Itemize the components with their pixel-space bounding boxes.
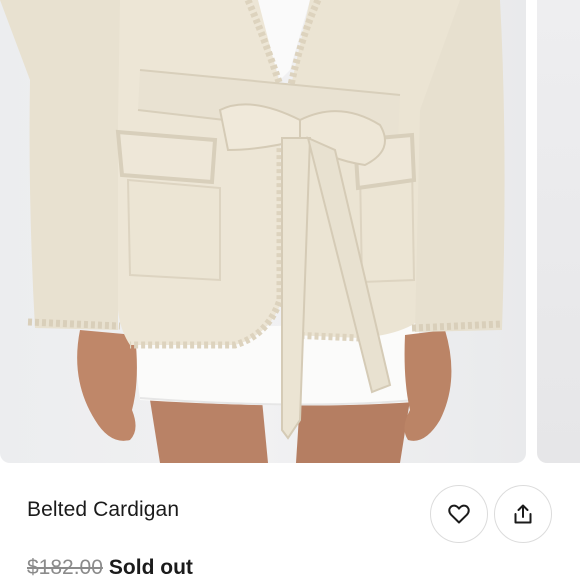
product-title: Belted Cardigan — [27, 498, 180, 521]
next-product-image[interactable] — [537, 0, 580, 463]
cardigan-photo — [0, 0, 505, 463]
product-image[interactable] — [0, 0, 526, 463]
heart-icon — [448, 504, 470, 524]
original-price: $182.00 — [27, 556, 103, 579]
price-row: $182.00 Sold out — [27, 556, 193, 580]
share-button[interactable] — [494, 485, 552, 543]
product-image-carousel[interactable] — [0, 0, 580, 465]
sold-out-status: Sold out — [108, 556, 193, 579]
like-button[interactable] — [430, 485, 488, 543]
share-upload-icon — [514, 504, 532, 524]
